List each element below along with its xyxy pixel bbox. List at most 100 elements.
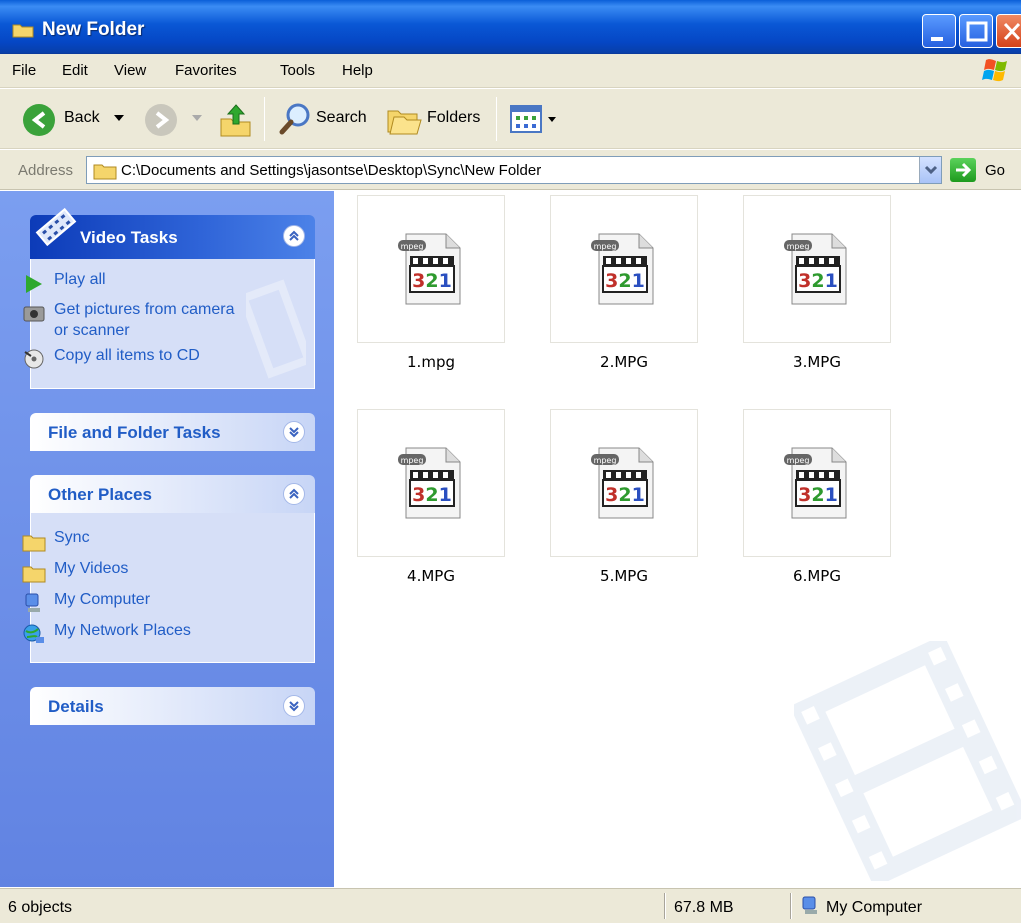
folders-icon[interactable] [386,101,424,137]
close-icon [1003,22,1021,41]
file-name[interactable]: 1.mpg [357,353,505,371]
file-icon-digits: 321 [798,484,838,506]
collapse-video-tasks-button[interactable] [283,225,305,247]
file-item[interactable]: mpeg 321 1.mpg [357,195,505,375]
file-thumbnail[interactable]: mpeg 321 [357,195,505,343]
mpeg-badge: mpeg [401,242,424,251]
file-thumbnail[interactable]: mpeg 321 [550,409,698,557]
chevron-down-icon [289,427,299,438]
up-folder-icon[interactable] [218,101,254,139]
maximize-button[interactable] [959,14,993,48]
collapse-other-places-button[interactable] [283,483,305,505]
file-thumbnail[interactable]: mpeg 321 [550,195,698,343]
my-network-places-link[interactable]: My Network Places [54,622,191,640]
mpeg-badge: mpeg [787,242,810,251]
copy-to-cd-link[interactable]: Copy all items to CD [54,347,200,365]
file-name[interactable]: 3.MPG [743,353,891,371]
file-thumbnail[interactable]: mpeg 321 [357,409,505,557]
film-watermark-icon [246,279,306,379]
views-icon[interactable] [510,105,560,133]
file-item[interactable]: mpeg 321 5.MPG [550,409,698,589]
camera-icon [23,306,45,322]
forward-dropdown-icon[interactable] [192,115,202,123]
file-folder-tasks-title: File and Folder Tasks [48,423,221,442]
zone-label: My Computer [826,899,923,916]
address-dropdown-button[interactable] [919,157,941,183]
file-icon-digits: 321 [412,270,452,292]
file-item[interactable]: mpeg 321 6.MPG [743,409,891,589]
mpeg-badge: mpeg [401,456,424,465]
go-button[interactable] [950,158,976,182]
file-item[interactable]: mpeg 321 3.MPG [743,195,891,375]
my-videos-link[interactable]: My Videos [54,560,128,578]
search-button[interactable]: Search [316,109,367,127]
file-name[interactable]: 2.MPG [550,353,698,371]
menu-tools[interactable]: Tools [280,62,315,79]
film-strip-icon [35,207,77,247]
menu-help[interactable]: Help [342,62,373,79]
other-places-header[interactable]: Other Places [30,475,315,513]
file-name[interactable]: 6.MPG [743,567,891,585]
chevron-down-icon [924,165,938,175]
title-bar[interactable]: New Folder [0,0,1021,54]
get-pictures-link-line2[interactable]: or scanner [54,322,130,340]
video-tasks-header[interactable]: Video Tasks [30,207,315,259]
close-button[interactable] [996,14,1021,48]
details-header[interactable]: Details [30,687,315,725]
object-count: 6 objects [8,899,73,916]
menu-favorites[interactable]: Favorites [175,62,237,79]
file-thumbnail[interactable]: mpeg 321 [743,409,891,557]
expand-file-folder-tasks-button[interactable] [283,421,305,443]
sync-link[interactable]: Sync [54,529,90,547]
go-label[interactable]: Go [985,162,1005,179]
back-dropdown-icon[interactable] [114,115,124,123]
mpeg-badge: mpeg [594,242,617,251]
other-places-title: Other Places [48,485,152,504]
play-icon [26,275,42,293]
computer-icon [25,593,40,612]
file-thumbnail[interactable]: mpeg 321 [743,195,891,343]
minimize-icon [931,37,943,41]
mpeg-file-icon: mpeg 321 [784,447,847,519]
my-computer-link[interactable]: My Computer [54,591,150,609]
file-icon-digits: 321 [412,484,452,506]
windows-logo-icon [982,59,1007,82]
menu-bar: File Edit View Favorites Tools Help [0,54,1021,88]
file-folder-tasks-header[interactable]: File and Folder Tasks [30,413,315,451]
back-button[interactable] [22,103,56,142]
menu-edit[interactable]: Edit [62,62,88,79]
back-label[interactable]: Back [64,109,100,127]
menu-file[interactable]: File [12,62,36,79]
file-item[interactable]: mpeg 321 4.MPG [357,409,505,589]
menu-view[interactable]: View [114,62,146,79]
toolbar: Back Search Folders [0,89,1021,149]
file-icon-digits: 321 [798,270,838,292]
search-icon[interactable] [278,101,314,137]
chevron-up-icon [289,230,299,241]
address-input[interactable]: C:\Documents and Settings\jasontse\Deskt… [86,156,942,184]
network-places-icon [23,624,44,643]
video-tasks-title: Video Tasks [80,228,178,247]
file-item[interactable]: mpeg 321 2.MPG [550,195,698,375]
get-pictures-link[interactable]: Get pictures from camera [54,301,235,319]
chevron-down-icon [289,701,299,712]
folder-icon [22,566,46,583]
mpeg-file-icon: mpeg 321 [784,233,847,305]
maximize-icon [966,21,988,42]
file-view[interactable]: mpeg 321 1.mpg mpeg 321 2.MPG mpeg 321 3.MPG mpeg… [334,191,1021,887]
folder-icon [93,164,117,180]
minimize-button[interactable] [922,14,956,48]
file-name[interactable]: 5.MPG [550,567,698,585]
total-size: 67.8 MB [674,899,734,916]
play-all-link[interactable]: Play all [54,271,106,289]
folder-icon [12,24,34,38]
chevron-up-icon [289,488,299,499]
folder-icon [22,535,46,552]
folders-button[interactable]: Folders [427,109,480,127]
forward-button[interactable] [144,103,178,142]
task-pane: Video Tasks Play all Get pictures from c… [0,191,334,887]
mpeg-file-icon: mpeg 321 [591,447,654,519]
status-bar: 6 objects 67.8 MB My Computer [0,888,1021,923]
expand-details-button[interactable] [283,695,305,717]
file-name[interactable]: 4.MPG [357,567,505,585]
